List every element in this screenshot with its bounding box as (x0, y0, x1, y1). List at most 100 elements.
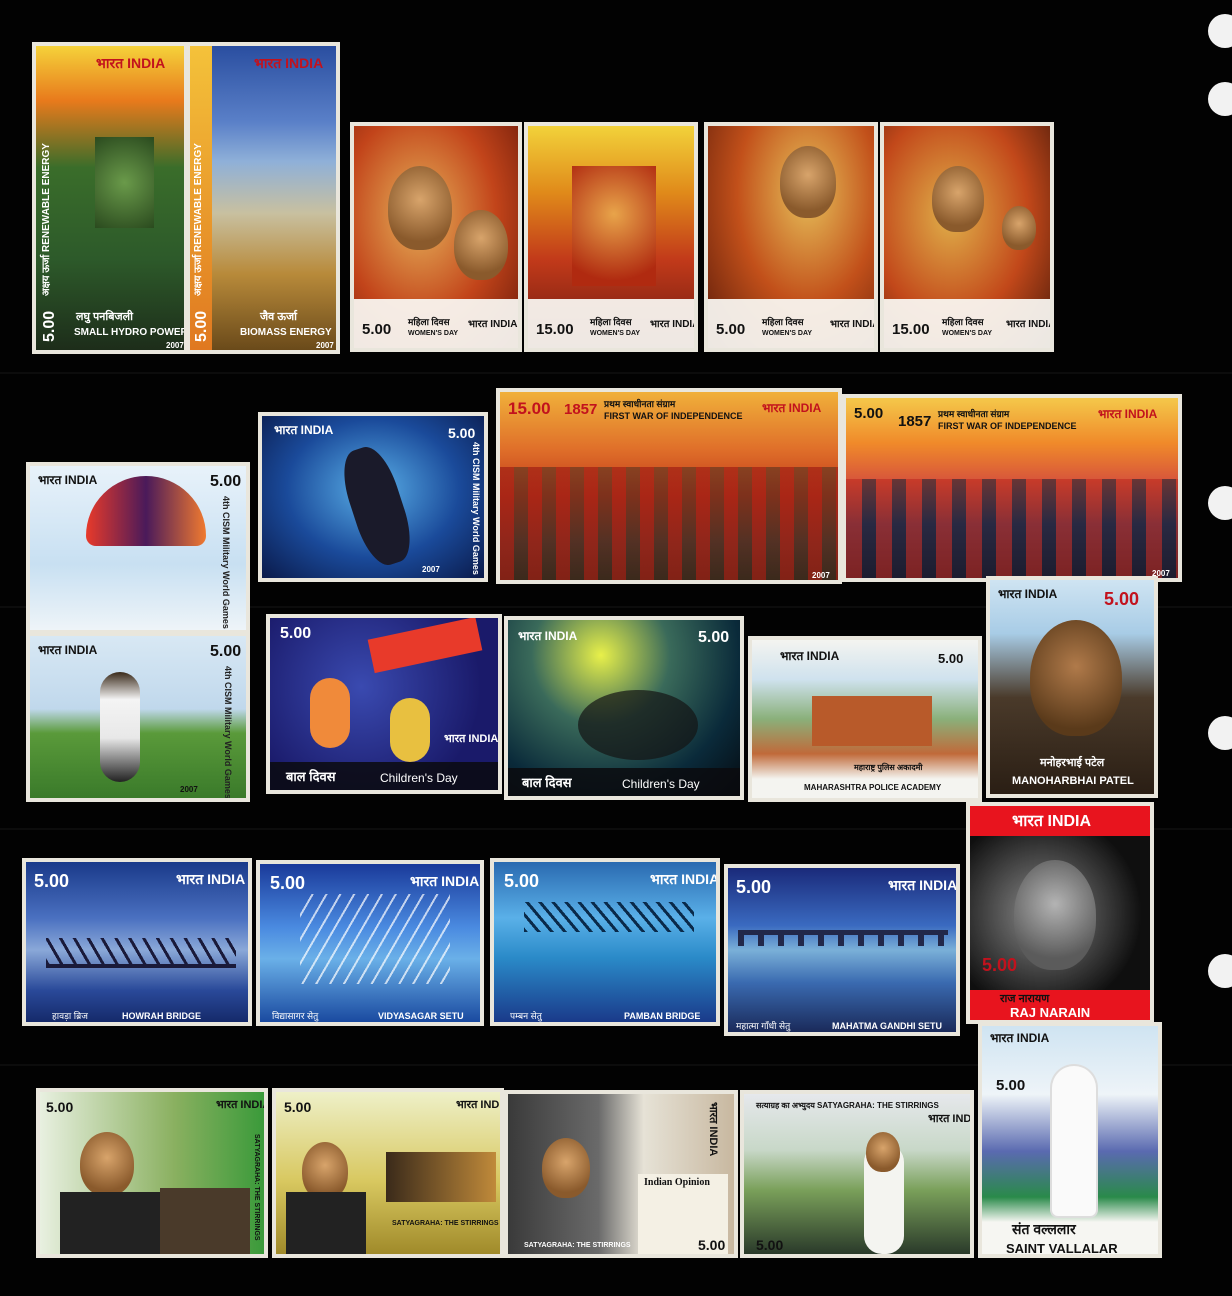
stamp-label: MANOHARBHAI PATEL (1012, 775, 1134, 787)
stamp-womens-day-1: 5.00 महिला दिवस WOMEN'S DAY भारत INDIA (350, 122, 522, 352)
stamp-label: FIRST WAR OF INDEPENDENCE (938, 421, 1077, 431)
stamp-value: 15.00 (892, 321, 930, 338)
stamp-value: 5.00 (284, 1099, 312, 1115)
country-label: भारत INDIA (38, 643, 98, 657)
stamp-value: 5.00 (716, 321, 746, 338)
stamp-hindi-label: महिला दिवस (942, 317, 984, 327)
stamp-hindi-label: विद्यासागर सेतु (272, 1011, 319, 1021)
stamp-howrah-bridge: 5.00 भारत INDIA हावड़ा ब्रिज HOWRAH BRID… (22, 858, 252, 1026)
stamp-value: 5.00 (736, 877, 772, 897)
stamp-year: 2007 (166, 341, 184, 350)
stamp-childrens-day-2: भारत INDIA 5.00 बाल दिवस Children's Day (504, 616, 744, 800)
country-label: भारत INDIA (216, 1099, 268, 1111)
stamp-label: WOMEN'S DAY (762, 330, 813, 337)
stamp-hindi-label: प्रथम स्वाधीनता संग्राम (604, 399, 676, 409)
stamp-value: 5.00 (46, 1099, 74, 1115)
country-label: भारत INDIA (650, 319, 698, 330)
stamp-year: 2007 (316, 341, 334, 350)
stamp-value: 5.00 (448, 425, 476, 441)
stamp-label: सत्याग्रह का अभ्युदय SATYAGRAHA: THE STI… (756, 1101, 939, 1110)
country-label: भारत INDIA (830, 319, 878, 330)
stamp-value: 5.00 (362, 321, 392, 338)
country-label: भारत INDIA (444, 733, 499, 745)
stamp-military-games-swim: भारत INDIA 5.00 4th CISM Military World … (258, 412, 488, 582)
stamp-hindi-label: मनोहरभाई पटेल (1040, 757, 1105, 769)
country-label: भारत INDIA (888, 877, 958, 893)
stamp-label: FIRST WAR OF INDEPENDENCE (604, 411, 743, 421)
stamp-hindi-label: महिला दिवस (590, 317, 632, 327)
stamp-hindi-label: पम्बन सेतु (510, 1011, 542, 1021)
stamp-hindi-label: महिला दिवस (762, 317, 804, 327)
album-strip-divider (0, 372, 1232, 374)
stamp-first-war-independence-2: 5.00 1857 प्रथम स्वाधीनता संग्राम FIRST … (842, 394, 1182, 582)
country-label: भारत INDIA (518, 629, 578, 643)
stamp-label: RAJ NARAIN (1010, 1005, 1091, 1020)
stamp-label: WOMEN'S DAY (408, 330, 459, 337)
stamp-label: SAINT VALLALAR (1006, 1241, 1118, 1256)
stamp-value: 5.00 (698, 1237, 726, 1253)
stamp-hindi-label: बाल दिवस (286, 769, 336, 784)
country-label: भारत INDIA (780, 649, 840, 663)
country-label: भारत INDIA (1012, 813, 1092, 830)
stamp-pamban-bridge: 5.00 भारत INDIA पम्बन सेतु PAMBAN BRIDGE (490, 858, 720, 1026)
stamp-raj-narain: भारत INDIA 5.00 राज नारायण RAJ NARAIN (966, 802, 1154, 1024)
stamp-hindi-label: प्रथम स्वाधीनता संग्राम (938, 409, 1010, 419)
stamp-womens-day-4: 15.00 महिला दिवस WOMEN'S DAY भारत INDIA (880, 122, 1054, 352)
stamp-hindi-label: राज नारायण (1000, 993, 1050, 1005)
stamp-value: 5.00 (270, 873, 306, 893)
stamp-womens-day-3: 5.00 महिला दिवस WOMEN'S DAY भारत INDIA (704, 122, 878, 352)
stamp-value: 5.00 (982, 955, 1018, 975)
stamp-hindi-label: महाराष्ट्र पुलिस अकादमी (854, 763, 923, 772)
stamp-label: SATYAGRAHA: THE STIRRINGS (392, 1220, 499, 1227)
stamp-label: MAHARASHTRA POLICE ACADEMY (804, 783, 942, 792)
stamp-label: WOMEN'S DAY (942, 330, 993, 337)
stamp-value: 5.00 (504, 871, 540, 891)
binder-hole (1208, 954, 1232, 988)
country-label: भारत INDIA (1006, 319, 1054, 330)
stamp-value: 5.00 (1104, 589, 1140, 609)
stamp-value: 5.00 (996, 1077, 1026, 1094)
stamp-label: SATYAGRAHA: THE STIRRINGS (253, 1134, 260, 1241)
country-label: भारत INDIA (274, 423, 334, 437)
stamp-year-label: 1857 (898, 413, 932, 430)
stamp-womens-day-2: 15.00 महिला दिवस WOMEN'S DAY भारत INDIA (524, 122, 698, 352)
stamp-label: 4th CISM Military World Games (221, 496, 231, 629)
stamp-hindi-label: हावड़ा ब्रिज (52, 1011, 88, 1021)
country-label: भारत INDIA (468, 319, 518, 330)
stamp-saint-vallalar: भारत INDIA 5.00 संत वल्ललार SAINT VALLAL… (978, 1022, 1162, 1258)
stamp-year: 2007 (812, 571, 830, 580)
stamp-value: 5.00 (938, 651, 964, 666)
stamp-year: 2007 (180, 785, 198, 794)
stamp-label: VIDYASAGAR SETU (378, 1011, 464, 1021)
stamp-value: 5.00 (210, 643, 242, 660)
stamp-label: Children's Day (622, 777, 700, 791)
stamp-biomass-energy: भारत INDIA 5.00 अक्षय ऊर्जा RENEWABLE EN… (186, 42, 340, 354)
stamp-value: 5.00 (280, 625, 312, 642)
stamp-value: 5.00 (756, 1237, 784, 1253)
country-label: भारत INDIA (456, 1099, 503, 1111)
stamp-year: 2007 (422, 565, 440, 574)
stamp-label: SMALL HYDRO POWER (74, 327, 188, 338)
stamp-satyagraha-2: 5.00 भारत INDIA SATYAGRAHA: THE STIRRING… (272, 1088, 504, 1258)
stamp-side-text: अक्षय ऊर्जा RENEWABLE ENERGY (41, 143, 52, 296)
stamp-satyagraha-4: सत्याग्रह का अभ्युदय SATYAGRAHA: THE STI… (740, 1090, 974, 1258)
country-label: भारत INDIA (1098, 407, 1158, 421)
country-label: भारत INDIA (998, 587, 1058, 601)
stamp-label: BIOMASS ENERGY (240, 327, 332, 338)
stamp-childrens-day-1: 5.00 भारत INDIA बाल दिवस Children's Day (266, 614, 502, 794)
stamp-year-label: 1857 (564, 401, 598, 418)
country-label: भारत INDIA (707, 1102, 719, 1157)
stamp-mahatma-gandhi-setu: 5.00 भारत INDIA महात्मा गाँधी सेतु MAHAT… (724, 864, 960, 1036)
stamp-label: WOMEN'S DAY (590, 330, 641, 337)
country-label: भारत INDIA (96, 55, 166, 71)
stamp-hindi-label: लघु पनबिजली (76, 311, 133, 323)
stamp-extra-label: Indian Opinion (644, 1177, 710, 1188)
stamp-hindi-label: बाल दिवस (522, 775, 572, 790)
stamp-label: MAHATMA GANDHI SETU (832, 1021, 942, 1031)
stamp-satyagraha-1: 5.00 भारत INDIA SATYAGRAHA: THE STIRRING… (36, 1088, 268, 1258)
stamp-value: 5.00 (698, 629, 730, 646)
stamp-hindi-label: संत वल्ललार (1012, 1221, 1076, 1237)
stamp-satyagraha-3: Indian Opinion भारत INDIA 5.00 SATYAGRAH… (504, 1090, 738, 1258)
stamp-police-academy: भारत INDIA 5.00 महाराष्ट्र पुलिस अकादमी … (748, 636, 982, 802)
stamp-hindi-label: महिला दिवस (408, 317, 450, 327)
